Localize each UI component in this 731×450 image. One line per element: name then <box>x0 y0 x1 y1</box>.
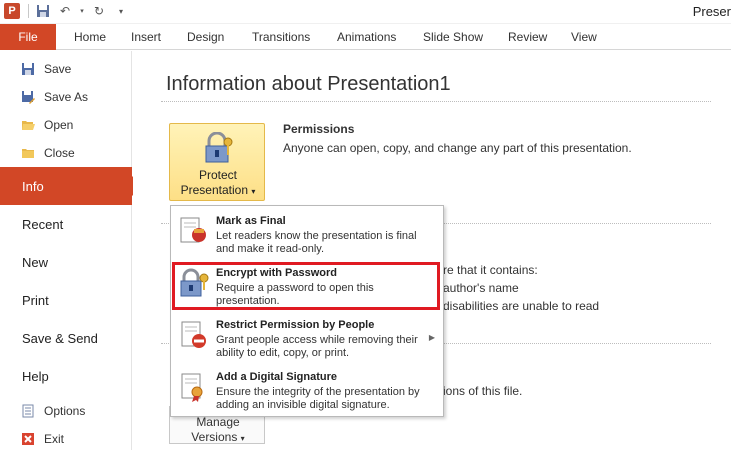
undo-dropdown-icon[interactable]: ▾ <box>79 3 85 19</box>
nav-new[interactable]: New <box>0 243 132 281</box>
save-icon[interactable] <box>35 3 51 19</box>
nav-open[interactable]: Open <box>0 111 132 139</box>
versions-line2-text: Versions <box>191 430 238 444</box>
nav-print-label: Print <box>22 292 49 308</box>
mark-final-title: Mark as Final <box>216 215 286 227</box>
tab-insert[interactable]: Insert <box>131 24 161 50</box>
nav-save-send[interactable]: Save & Send <box>0 319 132 357</box>
dropdown-arrow-icon: ▾ <box>240 434 245 443</box>
save-as-icon <box>20 89 36 105</box>
permissions-description: Anyone can open, copy, and change any pa… <box>283 141 632 155</box>
nav-save-as-label: Save As <box>44 90 89 104</box>
tab-transitions[interactable]: Transitions <box>252 24 310 50</box>
redo-icon[interactable]: ↻ <box>91 3 107 19</box>
nav-exit[interactable]: Exit <box>0 425 132 450</box>
window-title: Preser <box>692 4 731 19</box>
protect-line2-text: Presentation <box>180 183 249 197</box>
tab-slide-show[interactable]: Slide Show <box>423 24 483 50</box>
protect-line2: Presentation ▾ <box>170 183 266 199</box>
customize-qat-icon[interactable]: ▾ <box>113 3 129 19</box>
nav-info-label: Info <box>22 178 44 194</box>
title-divider <box>161 101 711 102</box>
menu-add-digital-signature[interactable]: Add a Digital Signature Ensure the integ… <box>171 365 443 417</box>
nav-options-label: Options <box>44 404 86 418</box>
nav-options[interactable]: Options <box>0 397 132 425</box>
tab-home[interactable]: Home <box>74 24 106 50</box>
protect-presentation-label: Protect Presentation ▾ <box>170 168 266 199</box>
highlight-annotation-box <box>172 262 440 310</box>
tab-design[interactable]: Design <box>187 24 224 50</box>
nav-save-label: Save <box>44 62 72 76</box>
tab-review[interactable]: Review <box>508 24 547 50</box>
protect-line1: Protect <box>198 168 237 182</box>
nav-recent-label: Recent <box>22 216 64 232</box>
lock-key-icon <box>205 132 233 163</box>
nav-save[interactable]: Save <box>0 55 132 83</box>
nav-help-label: Help <box>22 368 49 384</box>
nav-recent[interactable]: Recent <box>0 205 132 243</box>
open-folder-icon <box>20 117 36 133</box>
tab-file[interactable]: File <box>0 24 56 50</box>
nav-info[interactable]: Info <box>0 167 142 205</box>
ribbon-tabs: File Home Insert Design Transitions Anim… <box>0 24 731 50</box>
permissions-title: Permissions <box>283 122 355 136</box>
nav-save-send-label: Save & Send <box>22 330 98 346</box>
inspect-text-partial-1: re that it contains: <box>443 263 538 277</box>
undo-icon[interactable]: ↶ <box>57 3 73 19</box>
nav-close-label: Close <box>44 146 75 160</box>
menu-restrict-permission[interactable]: Restrict Permission by People Grant peop… <box>171 313 443 365</box>
restrict-title: Restrict Permission by People <box>216 319 375 331</box>
tab-view[interactable]: View <box>571 24 597 50</box>
protect-presentation-button[interactable]: Protect Presentation ▾ <box>169 123 265 201</box>
save-icon <box>20 61 36 77</box>
protect-presentation-menu: Mark as Final Let readers know the prese… <box>170 205 444 417</box>
mark-final-icon <box>180 217 206 243</box>
manage-versions-label: Manage Versions ▾ <box>170 415 266 446</box>
submenu-arrow-icon: ▶ <box>428 333 435 342</box>
restrict-permission-icon <box>181 321 206 348</box>
nav-open-label: Open <box>44 118 74 132</box>
qat-separator <box>28 4 29 18</box>
page-title: Information about Presentation1 <box>166 73 451 95</box>
nav-save-as[interactable]: Save As <box>0 83 132 111</box>
tab-animations[interactable]: Animations <box>337 24 396 50</box>
inspect-text-partial-2: author's name <box>443 281 519 295</box>
nav-close[interactable]: Close <box>0 139 132 167</box>
inspect-text-partial-3: disabilities are unable to read <box>443 299 600 313</box>
mark-final-desc: Let readers know the presentation is fin… <box>216 230 417 255</box>
backstage-nav: Save Save As Open Close Info Recent New … <box>0 51 142 450</box>
signature-desc: Ensure the integrity of the presentation… <box>216 386 420 411</box>
title-bar: P ↶ ▾ ↻ ▾ Preser <box>0 0 731 24</box>
menu-mark-as-final[interactable]: Mark as Final Let readers know the prese… <box>171 209 443 261</box>
restrict-desc: Grant people access while removing their… <box>216 334 418 359</box>
versions-line1: Manage <box>196 415 240 429</box>
nav-exit-label: Exit <box>44 432 65 446</box>
versions-text-partial: ions of this file. <box>443 384 523 398</box>
options-icon <box>20 403 36 419</box>
quick-access-toolbar: ↶ ▾ ↻ ▾ <box>28 3 129 19</box>
nav-print[interactable]: Print <box>0 281 132 319</box>
digital-signature-icon <box>181 373 203 402</box>
exit-icon <box>20 431 36 447</box>
close-folder-icon <box>20 145 36 161</box>
versions-line2: Versions ▾ <box>170 430 266 446</box>
powerpoint-app-icon[interactable]: P <box>4 3 20 19</box>
dropdown-arrow-icon: ▾ <box>251 187 256 196</box>
signature-title: Add a Digital Signature <box>216 371 338 383</box>
nav-help[interactable]: Help <box>0 357 132 395</box>
nav-new-label: New <box>22 254 49 270</box>
